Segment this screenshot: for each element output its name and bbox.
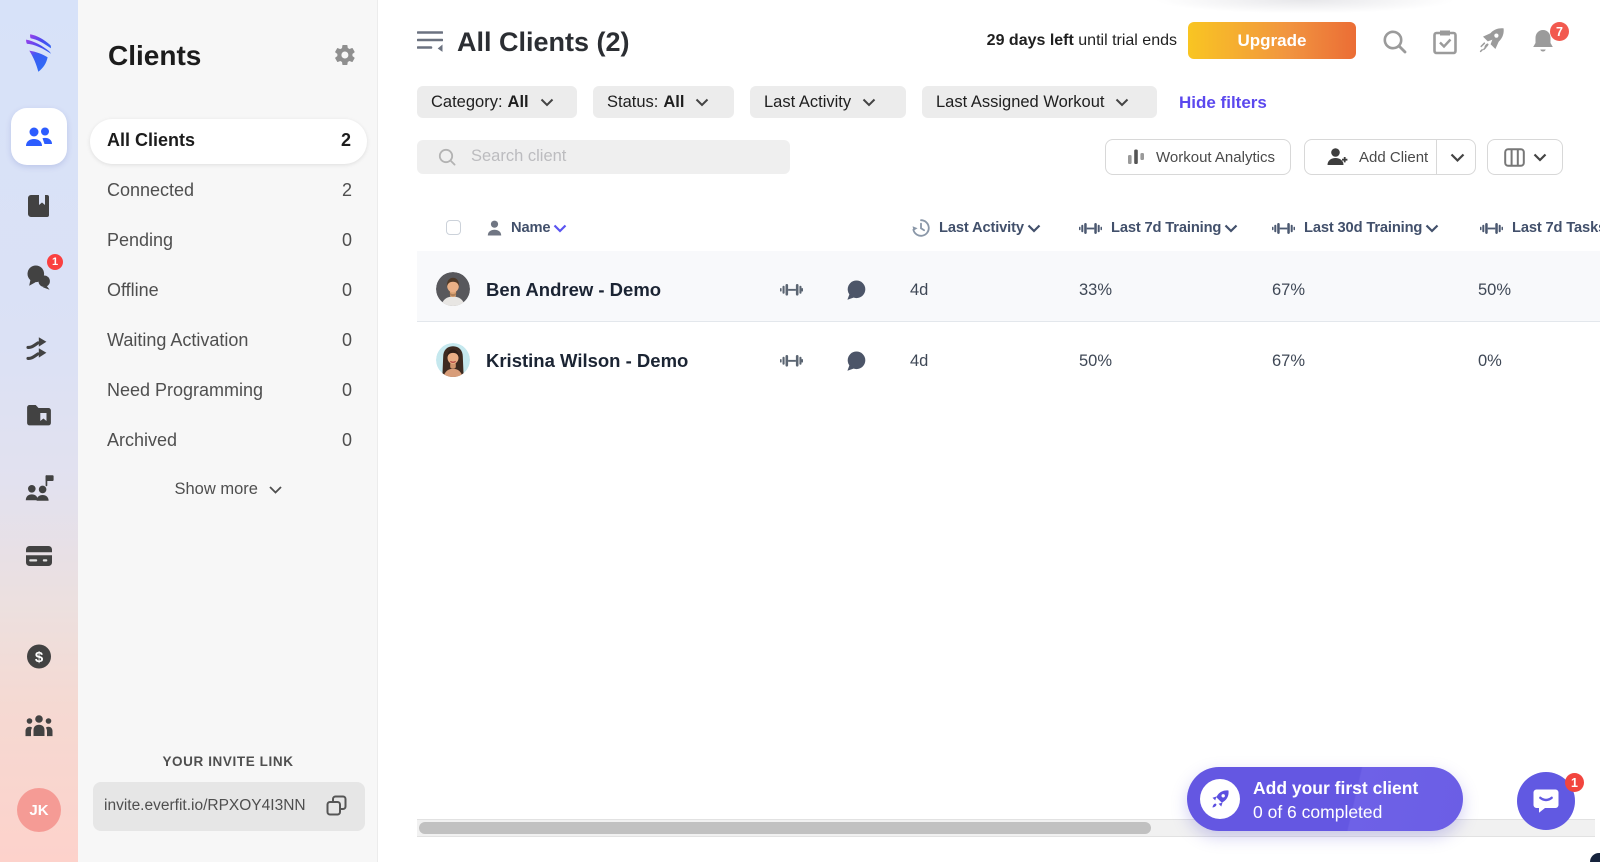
- svg-text:$: $: [35, 649, 44, 666]
